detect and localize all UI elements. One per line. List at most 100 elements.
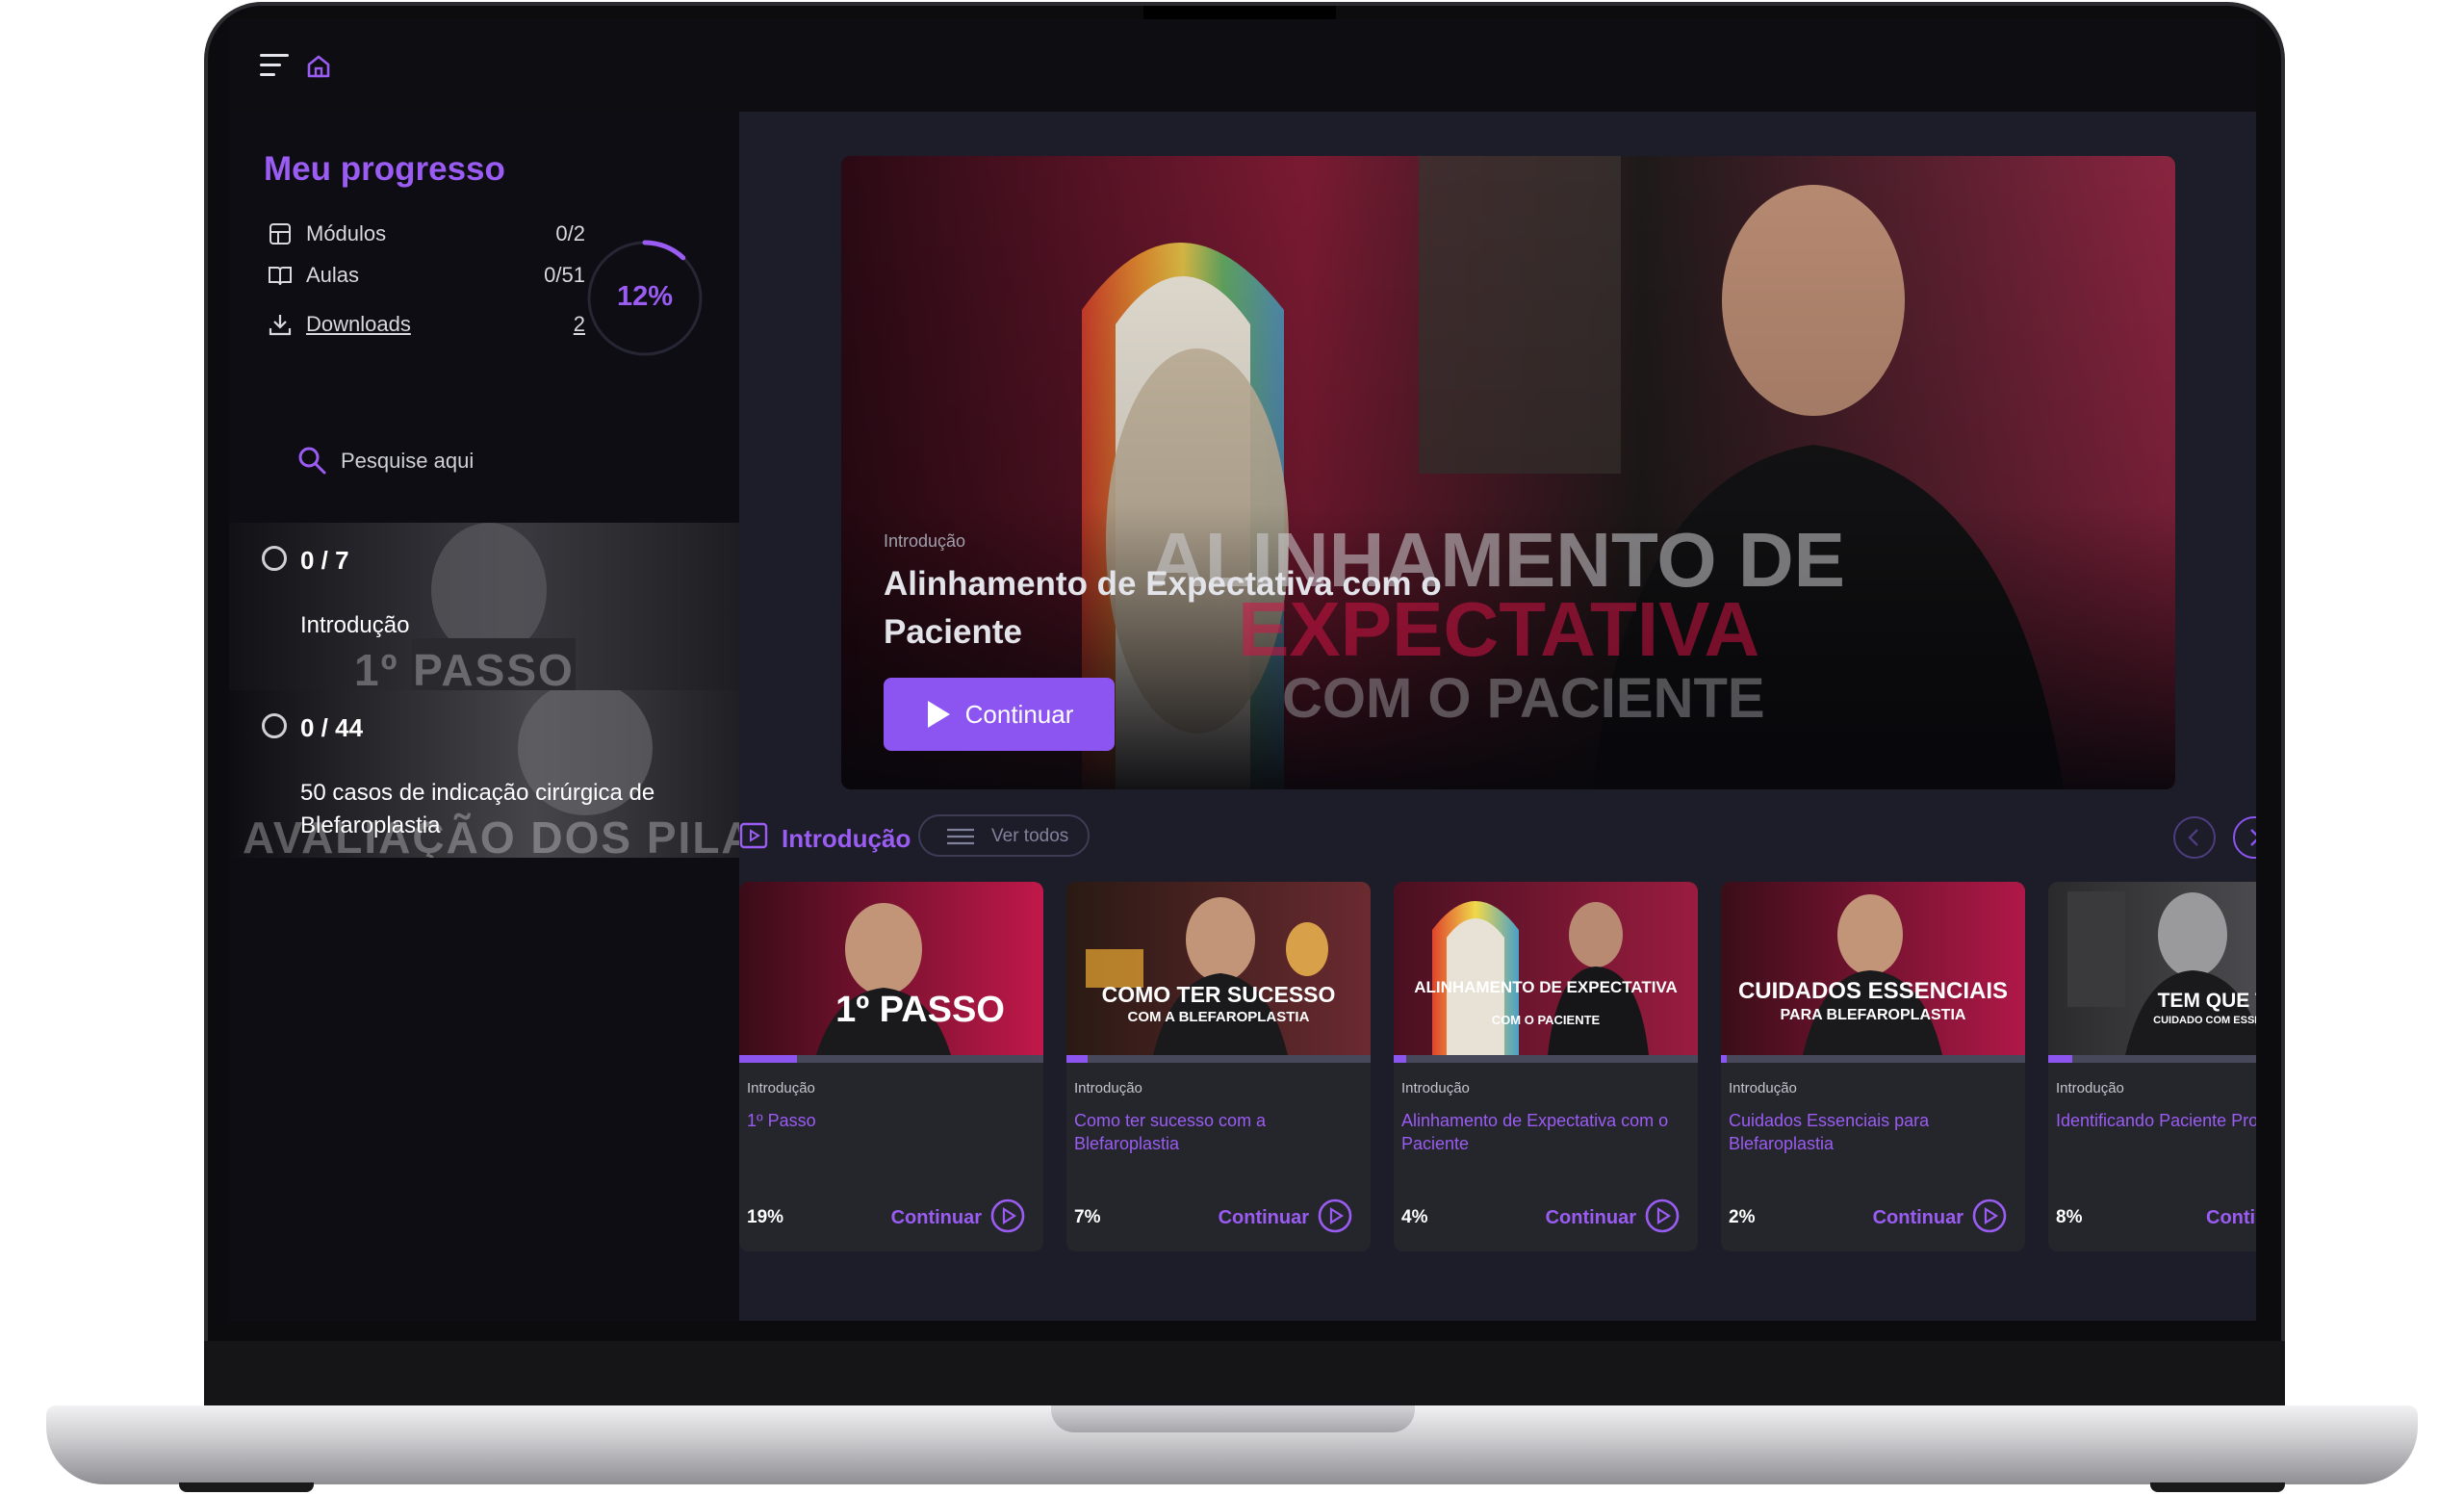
thumb-caption: TEM QUE TOMAI	[2157, 990, 2256, 1012]
lesson-progress-fill	[1394, 1055, 1406, 1063]
lesson-card[interactable]: CUIDADOS ESSENCIAIS PARA BLEFAROPLASTIA …	[1721, 882, 2025, 1251]
thumb-caption: COM O PACIENTE	[1491, 1013, 1601, 1027]
lesson-module: Introdução	[1074, 1080, 1142, 1096]
play-circle-icon[interactable]	[1317, 1198, 1353, 1234]
module-item[interactable]: 1º PASSO 0 / 7 Introdução	[229, 523, 739, 690]
search-box[interactable]: Pesquise aqui	[296, 445, 681, 483]
module-item[interactable]: AVALIAÇÃO DOS PILARES 0 / 44 50 casos de…	[229, 690, 739, 858]
lesson-card[interactable]: ALINHAMENTO DE EXPECTATIVA COM O PACIENT…	[1394, 882, 1698, 1251]
stat-downloads[interactable]: Downloads 2	[268, 308, 585, 341]
chevron-right-icon	[2250, 829, 2256, 846]
play-circle-icon[interactable]	[989, 1198, 1026, 1234]
lesson-card[interactable]: COMO TER SUCESSO COM A BLEFAROPLASTIA In…	[1066, 882, 1371, 1251]
lesson-continue-link[interactable]: Continu	[2206, 1207, 2256, 1229]
lesson-card[interactable]: TEM QUE TOMAI CUIDADO COM ESSES PACIENTE…	[2048, 882, 2256, 1251]
video-list-icon	[739, 822, 768, 849]
thumb-caption: COMO TER SUCESSO	[1101, 982, 1336, 1007]
lesson-progress-fill	[739, 1055, 798, 1063]
module-count: 0 / 7	[300, 546, 349, 575]
module-count: 0 / 44	[300, 713, 364, 742]
continue-button[interactable]: Continuar	[884, 678, 1115, 751]
thumb-caption: CUIDADOS ESSENCIAIS	[1737, 978, 2009, 1004]
laptop-foot	[2150, 1482, 2285, 1492]
chevron-left-icon	[2188, 829, 2198, 846]
lesson-progress-fill	[1066, 1055, 1089, 1063]
module-status-radio[interactable]	[262, 546, 287, 571]
module-status-radio[interactable]	[262, 713, 287, 738]
lesson-percent: 2%	[1729, 1207, 1756, 1227]
downloads-count[interactable]: 2	[574, 312, 585, 337]
carousel-prev-button[interactable]	[2173, 816, 2216, 859]
play-icon	[927, 701, 950, 728]
lesson-card[interactable]: 1º PASSO Introdução 1º Passo 19% Continu…	[739, 882, 1043, 1251]
lesson-percent: 8%	[2056, 1207, 2083, 1227]
stat-value: 0/2	[555, 221, 585, 245]
lesson-continue-link[interactable]: Continuar	[1546, 1207, 1636, 1229]
thumb-caption: ALINHAMENTO DE EXPECTATIVA	[1414, 978, 1678, 996]
lesson-progress-bar	[1394, 1055, 1698, 1063]
download-icon	[269, 315, 292, 336]
lesson-thumbnail[interactable]	[1394, 882, 1698, 1055]
see-all-label: Ver todos	[991, 826, 1069, 846]
home-icon[interactable]	[304, 52, 333, 81]
stat-label: Módulos	[306, 221, 387, 245]
module-thumb-text: 1º PASSO	[354, 645, 575, 690]
hamburger-menu-icon[interactable]	[260, 54, 289, 77]
sidebar: Meu progresso Módulos 0/2 Aulas 0/51 Dow…	[229, 112, 739, 1321]
lesson-thumbnail[interactable]	[1721, 882, 2025, 1055]
lesson-title[interactable]: Alinhamento de Expectativa com o Pacient…	[1401, 1109, 1686, 1155]
hero-overlay-text: COM O PACIENTE	[1282, 667, 1765, 730]
hero-banner: ALINHAMENTO DE EXPECTATIVA COM O PACIENT…	[841, 156, 2175, 789]
stat-value: 0/51	[544, 263, 585, 287]
lesson-progress-fill	[2048, 1055, 2073, 1063]
search-input[interactable]: Pesquise aqui	[341, 449, 474, 474]
lesson-continue-link[interactable]: Continuar	[1873, 1207, 1964, 1229]
lesson-progress-bar	[1721, 1055, 2025, 1063]
hero-title: Alinhamento de Expectativa com o Pacient…	[884, 565, 1442, 651]
lesson-title[interactable]: 1º Passo	[747, 1109, 1032, 1132]
top-bar	[229, 19, 2256, 112]
progress-percent: 12%	[616, 281, 674, 312]
lesson-progress-bar	[2048, 1055, 2256, 1063]
row-title: Introdução	[782, 824, 911, 853]
see-all-button[interactable]: Ver todos	[918, 814, 1090, 857]
stat-lessons: Aulas 0/51	[268, 259, 585, 292]
laptop-foot	[179, 1482, 314, 1492]
module-name: 50 casos de indicação cirúrgica de Blefa…	[300, 780, 655, 838]
lesson-continue-link[interactable]: Continuar	[891, 1207, 982, 1229]
lesson-thumbnail[interactable]	[2048, 882, 2256, 1055]
lesson-carousel: 1º PASSO Introdução 1º Passo 19% Continu…	[739, 882, 2256, 1257]
lesson-progress-bar	[1066, 1055, 1371, 1063]
carousel-next-button[interactable]	[2233, 816, 2256, 859]
hero-module-label: Introdução	[884, 531, 966, 551]
laptop-groove	[1051, 1405, 1415, 1432]
lesson-module: Introdução	[1729, 1080, 1797, 1096]
thumb-caption: PARA BLEFAROPLASTIA	[1780, 1007, 1966, 1023]
lesson-module: Introdução	[1401, 1080, 1470, 1096]
lesson-percent: 4%	[1401, 1207, 1428, 1227]
lesson-percent: 7%	[1074, 1207, 1101, 1227]
progress-title: Meu progresso	[264, 150, 505, 188]
thumb-caption: 1º PASSO	[835, 990, 1005, 1030]
lesson-percent: 19%	[747, 1207, 784, 1227]
module-row-header: Introdução Ver todos	[739, 811, 2256, 863]
search-icon	[298, 447, 326, 475]
book-icon	[269, 267, 292, 286]
lesson-title[interactable]: Cuidados Essenciais para Blefaroplastia	[1729, 1109, 2014, 1155]
lesson-thumbnail[interactable]	[1066, 882, 1371, 1055]
main-content: ALINHAMENTO DE EXPECTATIVA COM O PACIENT…	[739, 112, 2256, 1321]
continue-button-label: Continuar	[964, 699, 1074, 729]
thumb-caption: CUIDADO COM ESSES PACIENTE	[2153, 1015, 2256, 1026]
lesson-progress-bar	[739, 1055, 1043, 1063]
lesson-module: Introdução	[747, 1080, 815, 1096]
lesson-continue-link[interactable]: Continuar	[1219, 1207, 1309, 1229]
play-circle-icon[interactable]	[1644, 1198, 1681, 1234]
downloads-link[interactable]: Downloads	[306, 312, 411, 337]
stat-modules: Módulos 0/2	[268, 218, 585, 250]
play-circle-icon[interactable]	[1971, 1198, 2008, 1234]
lesson-title[interactable]: Como ter sucesso com a Blefaroplastia	[1074, 1109, 1359, 1155]
stat-label: Aulas	[306, 263, 360, 287]
lesson-title[interactable]: Identificando Paciente Prob	[2056, 1109, 2256, 1132]
list-icon	[947, 828, 974, 845]
modules-icon	[270, 223, 291, 245]
